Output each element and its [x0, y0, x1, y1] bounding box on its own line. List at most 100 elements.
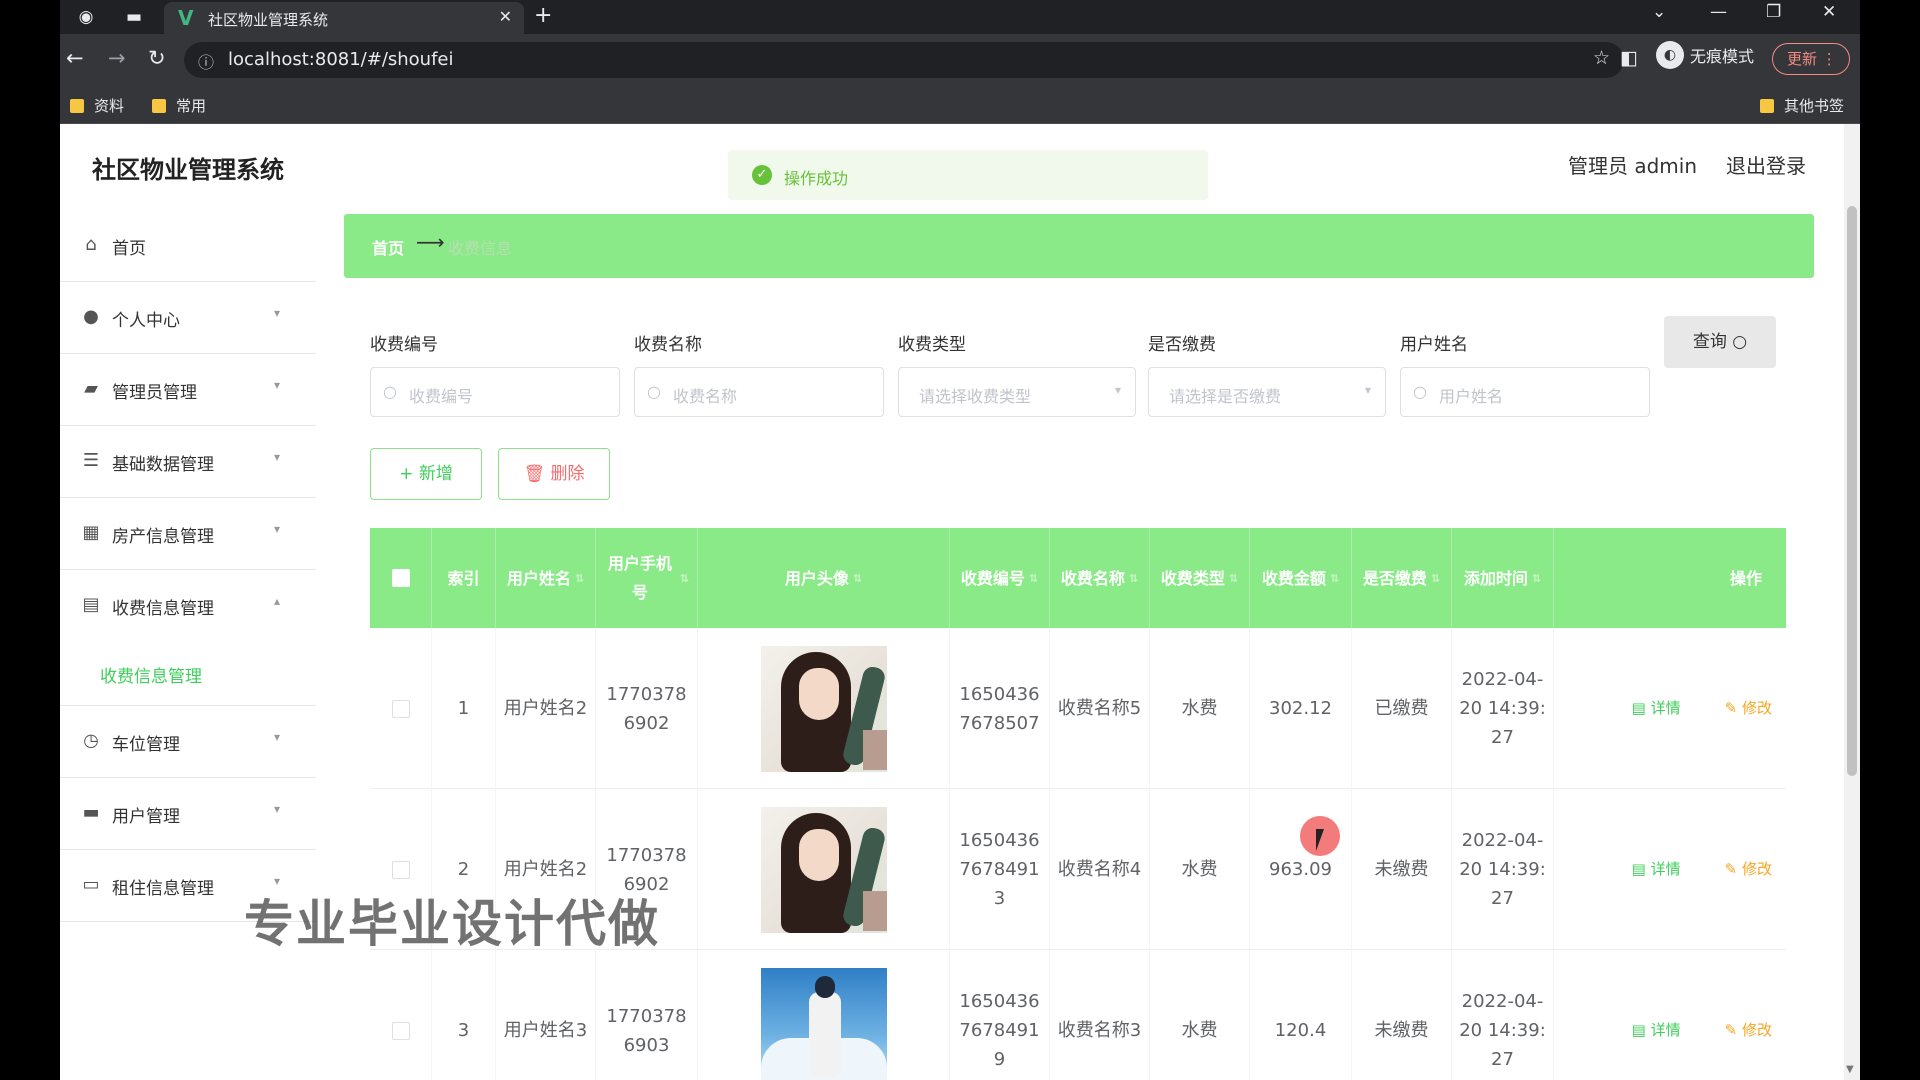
- sidebar-item-admins[interactable]: ▰ 管理员管理 ▾: [60, 354, 316, 426]
- new-tab-button[interactable]: +: [534, 3, 552, 28]
- filter-label-user-name: 用户姓名: [1400, 335, 1468, 355]
- sort-icon[interactable]: ⇅: [1532, 564, 1541, 593]
- th-phone[interactable]: 用户手机号 ⇅: [596, 528, 698, 628]
- admin-label: 管理员 admin: [1568, 154, 1698, 178]
- minimize-icon[interactable]: —: [1710, 2, 1727, 22]
- scrollbar-thumb[interactable]: [1847, 206, 1857, 776]
- sort-icon[interactable]: ⇅: [1129, 564, 1138, 593]
- edit-button[interactable]: ✎ 修改: [1725, 1016, 1772, 1045]
- detail-label: 详情: [1650, 1021, 1681, 1039]
- add-button[interactable]: + 新增: [370, 448, 482, 500]
- th-charge-name[interactable]: 收费名称 ⇅: [1050, 528, 1150, 628]
- row-check-cell[interactable]: [370, 628, 432, 789]
- edit-button[interactable]: ✎ 修改: [1725, 694, 1772, 723]
- sidebar-item-profile[interactable]: ● 个人中心 ▾: [60, 282, 316, 354]
- vue-logo-icon: V: [178, 6, 194, 30]
- bookmark-star-icon[interactable]: ☆: [1593, 47, 1610, 69]
- logout-link[interactable]: 退出登录: [1726, 150, 1806, 179]
- row-checkbox[interactable]: [391, 699, 410, 718]
- scroll-down-icon[interactable]: ▼: [1846, 1064, 1854, 1075]
- sidebar-item-home[interactable]: ⌂ 首页: [60, 210, 316, 282]
- close-window-icon[interactable]: ✕: [1822, 2, 1836, 22]
- filter-label-charge-name: 收费名称: [634, 335, 702, 355]
- breadcrumb-home[interactable]: 首页: [372, 235, 404, 259]
- sidebar-item-property[interactable]: ▦ 房产信息管理 ▾: [60, 498, 316, 570]
- charge-name-input[interactable]: ○ 收费名称: [634, 367, 884, 417]
- cell-charge-no: 16504367678507: [950, 628, 1050, 789]
- tab-active[interactable]: V 社区物业管理系统 ✕: [164, 2, 524, 34]
- th-label: 索引: [447, 568, 480, 588]
- row-checkbox[interactable]: [391, 860, 410, 879]
- forward-icon[interactable]: →: [108, 46, 126, 70]
- other-bookmarks[interactable]: 其他书签: [1760, 95, 1844, 116]
- chevron-down-icon: ▾: [274, 522, 281, 536]
- charge-type-select[interactable]: 请选择收费类型 ▾: [898, 367, 1136, 417]
- search-icon: ○: [1413, 382, 1427, 401]
- user-name-input[interactable]: ○ 用户姓名: [1400, 367, 1650, 417]
- sort-icon[interactable]: ⇅: [1229, 564, 1238, 593]
- side-panel-icon[interactable]: ◧: [1620, 47, 1638, 69]
- th-label: 操作: [1729, 568, 1762, 588]
- sort-icon[interactable]: ⇅: [1029, 564, 1038, 593]
- charge-no-input[interactable]: ○ 收费编号: [370, 367, 620, 417]
- edit-label: 修改: [1741, 860, 1772, 878]
- chevron-down-icon: ▾: [274, 730, 281, 744]
- th-avatar[interactable]: 用户头像 ⇅: [698, 528, 950, 628]
- restore-icon[interactable]: ❐: [1766, 2, 1781, 22]
- app-title: 社区物业管理系统: [92, 156, 284, 184]
- th-added[interactable]: 添加时间 ⇅: [1452, 528, 1554, 628]
- tab-search-icon[interactable]: ▬: [122, 5, 146, 29]
- select-all-cell[interactable]: [370, 528, 432, 628]
- sort-icon[interactable]: ⇅: [853, 564, 862, 593]
- sidebar-item-charges[interactable]: ▤ 收费信息管理 ▴: [60, 570, 316, 642]
- select-all-checkbox[interactable]: [391, 569, 410, 587]
- bookmark-folder-2[interactable]: 常用: [152, 95, 206, 116]
- update-button[interactable]: 更新 ⋮: [1772, 43, 1850, 75]
- paid-select[interactable]: 请选择是否缴费 ▾: [1148, 367, 1386, 417]
- browser-menu-icon[interactable]: ◉: [74, 5, 98, 29]
- tab-close-icon[interactable]: ✕: [499, 7, 512, 26]
- incognito-indicator[interactable]: ◐ 无痕模式: [1656, 41, 1754, 77]
- filter-label-paid: 是否缴费: [1148, 335, 1216, 355]
- th-charge-type[interactable]: 收费类型 ⇅: [1150, 528, 1250, 628]
- card-icon: ▬: [82, 802, 100, 823]
- th-paid[interactable]: 是否缴费 ⇅: [1352, 528, 1452, 628]
- query-button[interactable]: 查询 ○: [1664, 316, 1776, 368]
- cell-added: 2022-04-20 14:39:27: [1452, 628, 1554, 789]
- cell-charge-name: 收费名称4: [1050, 789, 1150, 950]
- detail-button[interactable]: ▤ 详情: [1632, 694, 1681, 723]
- row-checkbox[interactable]: [391, 1021, 410, 1040]
- table-row: 1 用户姓名2 17703786902 16504367678507 收费名称5…: [370, 628, 1786, 789]
- delete-button[interactable]: 🗑 删除: [498, 448, 610, 500]
- detail-button[interactable]: ▤ 详情: [1632, 1016, 1681, 1045]
- tab-list-icon[interactable]: ⌄: [1652, 2, 1666, 22]
- address-bar[interactable]: ⓘ localhost:8081/#/shoufei ☆: [184, 42, 1624, 78]
- bookmark-label-2: 常用: [176, 97, 207, 115]
- trash-icon: 🗑: [523, 464, 546, 484]
- table-header: 索引 用户姓名 ⇅ 用户手机号 ⇅ 用户头像 ⇅ 收费编号 ⇅ 收费名称 ⇅ 收费类型 ⇅ …: [370, 528, 1786, 628]
- th-user-name[interactable]: 用户姓名 ⇅: [496, 528, 596, 628]
- reload-icon[interactable]: ↻: [148, 46, 166, 70]
- cell-amount: 302.12: [1250, 628, 1352, 789]
- th-index[interactable]: 索引: [432, 528, 496, 628]
- admin-icon: ▰: [84, 378, 98, 399]
- bookmark-folder-1[interactable]: 资料: [70, 95, 124, 116]
- th-amount[interactable]: 收费金额 ⇅: [1250, 528, 1352, 628]
- sort-icon[interactable]: ⇅: [680, 564, 689, 593]
- sidebar-item-parking[interactable]: ◷ 车位管理 ▾: [60, 706, 316, 778]
- cell-added: 2022-04-20 14:39:27: [1452, 789, 1554, 950]
- edit-button[interactable]: ✎ 修改: [1725, 855, 1772, 884]
- sort-icon[interactable]: ⇅: [1431, 564, 1440, 593]
- sidebar-subitem-charges[interactable]: 收费信息管理: [60, 642, 316, 706]
- site-info-icon[interactable]: ⓘ: [198, 49, 214, 73]
- folder-icon: [152, 99, 166, 113]
- sidebar-item-basedata[interactable]: ☰ 基础数据管理 ▾: [60, 426, 316, 498]
- detail-button[interactable]: ▤ 详情: [1632, 855, 1681, 884]
- sort-icon[interactable]: ⇅: [575, 564, 584, 593]
- th-charge-no[interactable]: 收费编号 ⇅: [950, 528, 1050, 628]
- user-avatar: [760, 967, 887, 1080]
- back-icon[interactable]: ←: [66, 46, 84, 70]
- row-check-cell[interactable]: [370, 950, 432, 1080]
- sort-icon[interactable]: ⇅: [1330, 564, 1339, 593]
- sidebar-item-users[interactable]: ▬ 用户管理 ▾: [60, 778, 316, 850]
